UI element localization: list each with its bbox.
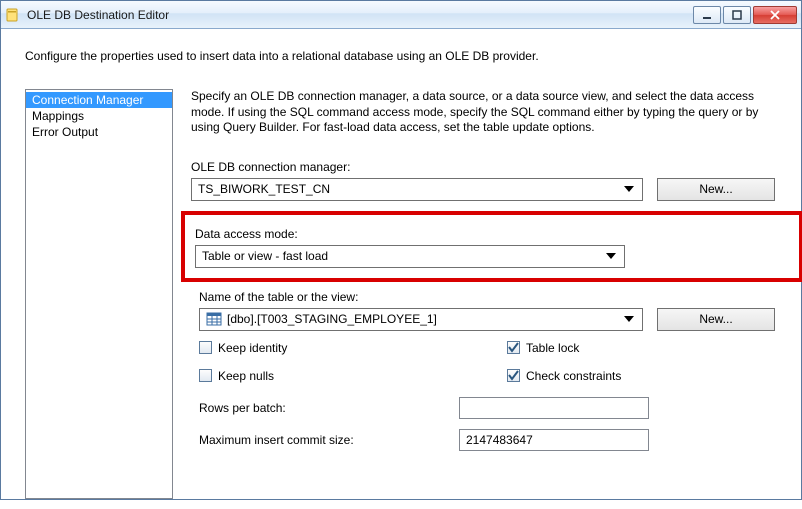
chevron-down-icon [620,309,638,330]
max-commit-label: Maximum insert commit size: [199,433,459,447]
rows-per-batch-input[interactable] [459,397,649,419]
checkbox-icon [507,341,520,354]
checkbox-icon [507,369,520,382]
close-button[interactable] [753,6,797,24]
sidebar-item-connection-manager[interactable]: Connection Manager [26,92,172,108]
keep-nulls-checkbox[interactable]: Keep nulls [199,369,467,383]
checkbox-label: Check constraints [526,369,621,383]
dropdown-value: [dbo].[T003_STAGING_EMPLOYEE_1] [227,312,620,326]
sidebar-item-error-output[interactable]: Error Output [26,124,172,140]
rows-per-batch-row: Rows per batch: [191,397,775,419]
title-bar: OLE DB Destination Editor [1,1,801,29]
keep-identity-checkbox[interactable]: Keep identity [199,341,467,355]
data-access-mode-highlight: Data access mode: Table or view - fast l… [181,211,802,282]
rows-per-batch-label: Rows per batch: [199,401,459,415]
sidebar-item-label: Connection Manager [32,93,143,107]
checkbox-label: Table lock [526,341,579,355]
checkbox-icon [199,369,212,382]
options-col-right: Table lock Check constraints [507,341,775,383]
instructions-text: Specify an OLE DB connection manager, a … [191,89,775,136]
button-label: New... [699,182,732,196]
connection-manager-dropdown[interactable]: TS_BIWORK_TEST_CN [191,178,643,201]
table-name-dropdown[interactable]: [dbo].[T003_STAGING_EMPLOYEE_1] [199,308,643,331]
checkbox-label: Keep identity [218,341,287,355]
table-lock-checkbox[interactable]: Table lock [507,341,775,355]
maximize-button[interactable] [723,6,751,24]
sidebar-item-mappings[interactable]: Mappings [26,108,172,124]
data-access-mode-dropdown[interactable]: Table or view - fast load [195,245,625,268]
checkbox-icon [199,341,212,354]
check-constraints-checkbox[interactable]: Check constraints [507,369,775,383]
new-connection-button[interactable]: New... [657,178,775,201]
chevron-down-icon [602,246,620,267]
sidebar: Connection Manager Mappings Error Output [25,89,173,499]
sidebar-item-label: Error Output [32,125,98,139]
chevron-down-icon [620,179,638,200]
checkbox-label: Keep nulls [218,369,274,383]
dropdown-value: Table or view - fast load [202,249,602,263]
sidebar-item-label: Mappings [32,109,84,123]
data-access-mode-label: Data access mode: [195,227,775,241]
panel-row: Connection Manager Mappings Error Output… [25,89,777,499]
table-name-label: Name of the table or the view: [191,290,775,304]
max-commit-input[interactable]: 2147483647 [459,429,649,451]
options-col-left: Keep identity Keep nulls [199,341,467,383]
page-description: Configure the properties used to insert … [25,49,777,63]
window-title: OLE DB Destination Editor [27,8,693,22]
dropdown-value: TS_BIWORK_TEST_CN [198,182,620,196]
table-icon [206,312,222,326]
content-area: Configure the properties used to insert … [1,29,801,509]
options-row: Keep identity Keep nulls Table lock [191,341,775,383]
connection-manager-row: TS_BIWORK_TEST_CN New... [191,178,775,201]
minimize-button[interactable] [693,6,721,24]
new-table-button[interactable]: New... [657,308,775,331]
window-buttons [693,6,797,24]
max-commit-row: Maximum insert commit size: 2147483647 [191,429,775,451]
button-label: New... [699,312,732,326]
main-panel: Specify an OLE DB connection manager, a … [173,89,777,499]
connection-manager-label: OLE DB connection manager: [191,160,775,174]
input-value: 2147483647 [466,433,533,447]
app-icon [5,7,21,23]
